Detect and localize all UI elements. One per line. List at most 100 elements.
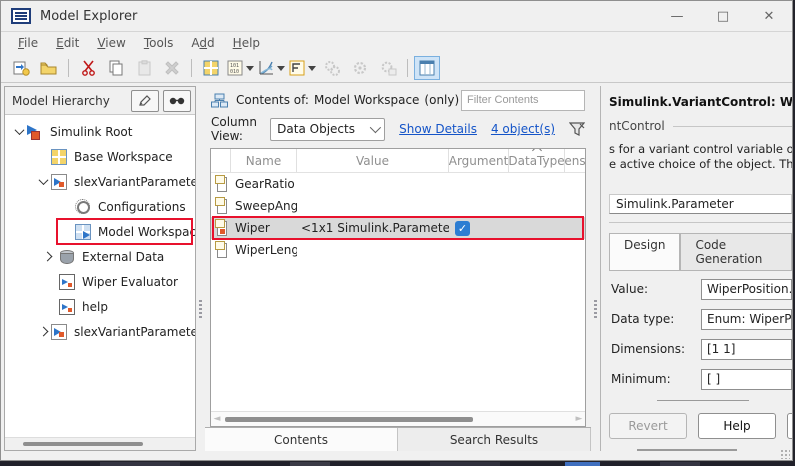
model-hierarchy-header: Model Hierarchy [5,87,195,115]
toolbar-separator [191,59,192,77]
column-header-datatype[interactable]: DataType [509,149,565,172]
cell-name: GearRatio [231,173,297,195]
menu-tools[interactable]: Tools [135,34,183,52]
paste-button[interactable] [131,56,157,80]
chevron-right-icon[interactable] [39,253,55,260]
tree-item-wiper-evaluator[interactable]: Wiper Evaluator [5,269,195,294]
menu-add[interactable]: Add [182,34,223,52]
contents-panel: Contents of: Model Workspace (only) Colu… [205,86,591,451]
gear-copy-button[interactable] [375,56,401,80]
tab-design[interactable]: Design [609,233,680,270]
tab-code-generation[interactable]: Code Generation [680,233,792,270]
show-details-link[interactable]: Show Details [399,122,477,136]
gear-button[interactable] [347,56,373,80]
tree-item-help[interactable]: help [5,294,195,319]
value-label: Value: [611,282,701,296]
model-icon [51,174,67,190]
model-hierarchy-tree: Simulink Root Base Workspace slexVariant… [5,115,195,437]
tree-item-external-data[interactable]: External Data [5,244,195,269]
apply-button-clipped[interactable] [787,413,792,439]
column-view-icon [419,60,435,76]
help-button[interactable]: Help [698,413,776,439]
menu-view[interactable]: View [88,34,134,52]
tree-item-configurations[interactable]: Configurations [5,194,195,219]
column-view-toggle-button[interactable] [414,56,440,80]
menu-file[interactable]: File [9,34,47,52]
cell-value [297,173,449,195]
argument-checkbox[interactable]: ✓ [455,221,470,236]
filter-funnel-icon[interactable] [569,122,585,137]
tree-item-simulink-root[interactable]: Simulink Root [5,119,195,144]
cut-button[interactable] [75,56,101,80]
tab-contents[interactable]: Contents [205,428,398,451]
table-row-wiperlength[interactable]: WiperLength [211,239,585,261]
properties-buttons: Revert Help [609,413,792,439]
open-button[interactable] [36,56,62,80]
right-splitter[interactable] [591,86,600,451]
contents-tabs: Contents Search Results [205,427,591,451]
process-button[interactable] [319,56,345,80]
minimize-button[interactable]: — [654,1,700,31]
scrollbar-thumb[interactable] [225,417,473,422]
tree-item-slexvariantparametermulti[interactable]: slexVariantParameterMulti [5,319,195,344]
data-type-select[interactable]: Enum: WiperPosition [701,309,792,330]
chevron-right-icon[interactable] [35,328,51,335]
subsystem-icon [59,274,75,290]
menu-edit[interactable]: Edit [47,34,88,52]
filter-contents-input[interactable] [461,90,585,111]
glasses-icon [169,96,185,106]
objects-count-link[interactable]: 4 object(s) [491,122,555,136]
left-splitter[interactable] [196,86,205,451]
copy-button[interactable] [103,56,129,80]
resize-grip-icon[interactable] [780,449,790,459]
column-header-dimensions-clipped[interactable]: ens [565,149,585,172]
dimensions-input[interactable]: [1 1] [701,339,792,360]
contents-horizontal-scrollbar[interactable]: ◄ ► [211,411,585,426]
splitter-handle-icon[interactable] [594,300,597,318]
column-header-name[interactable]: Name [231,149,297,172]
variable-type-field[interactable]: Simulink.Parameter [609,194,792,214]
new-model-button[interactable] [8,56,34,80]
maximize-button[interactable]: □ [700,1,746,31]
tree-item-model-workspace[interactable]: Model Workspace [5,219,195,244]
tree-item-slexvariantparameterwiper[interactable]: slexVariantParameterWiper [5,169,195,194]
tree-item-label: slexVariantParameterWiper [74,175,195,189]
code-view-button[interactable]: 101010 [226,56,255,80]
table-row-gearratio[interactable]: GearRatio [211,173,585,195]
minimum-label: Minimum: [611,372,701,386]
hierarchy-horizontal-scrollbar[interactable] [5,437,195,450]
curves-icon [258,60,274,76]
table-row-wiper[interactable]: Wiper <1x1 Simulink.Parameter> ✓ [211,217,585,239]
cell-name: WiperLength [231,239,297,261]
splitter-handle-icon[interactable] [199,300,202,318]
content-area: Model Hierarchy Simulink Root [1,83,792,451]
column-header-value[interactable]: Value [297,149,449,172]
edit-button[interactable] [131,90,159,112]
scrollbar-thumb[interactable] [23,442,143,446]
table-row-sweepangle[interactable]: SweepAngle [211,195,585,217]
scroll-left-arrow-icon[interactable]: ◄ [211,414,223,424]
delete-button[interactable] [159,56,185,80]
revert-button[interactable]: Revert [609,413,687,439]
tab-search-results[interactable]: Search Results [398,428,591,451]
tree-item-base-workspace[interactable]: Base Workspace [5,144,195,169]
svg-text:010: 010 [230,69,239,75]
value-input[interactable]: WiperPosition.FRO [701,279,792,300]
gear-icon [352,60,368,76]
delete-icon [164,60,180,76]
column-view-select[interactable]: Data Objects [270,118,385,141]
window-grid-icon [203,60,219,76]
chevron-down-icon[interactable] [35,178,51,185]
hierarchy-view-button[interactable] [288,56,317,80]
column-header-argument[interactable]: Argument [449,149,509,172]
menu-help[interactable]: Help [224,34,269,52]
find-button[interactable] [163,90,191,112]
window-layout-button[interactable] [198,56,224,80]
scroll-right-arrow-icon[interactable]: ► [573,414,585,424]
column-view-label: Column View: [211,115,263,143]
minimum-input[interactable]: [ ] [701,369,792,390]
close-button[interactable]: ✕ [746,1,792,31]
data-type-field-row: Data type: Enum: WiperPosition [611,309,792,330]
chevron-down-icon[interactable] [11,128,27,135]
plot-button[interactable] [257,56,286,80]
